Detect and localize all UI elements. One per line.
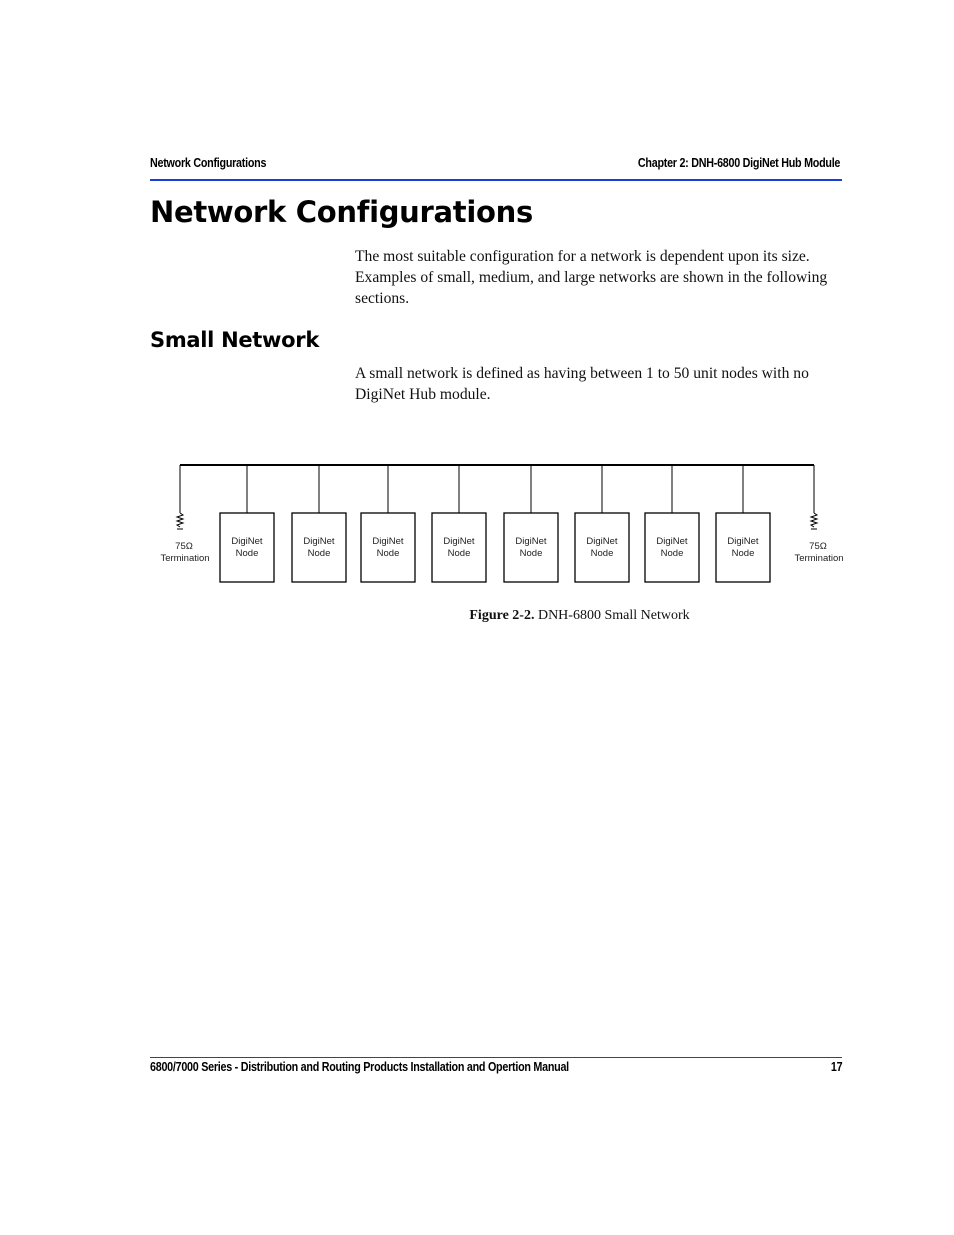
node-label-line1: DigiNet <box>515 536 547 547</box>
node-label-line2: Node <box>448 548 471 559</box>
page-title: Network Configurations <box>150 195 533 229</box>
node-label-line1: DigiNet <box>656 536 688 547</box>
node-label-line2: Node <box>732 548 755 559</box>
node-label-line2: Node <box>661 548 684 559</box>
resistor-icon <box>175 512 185 528</box>
footer-manual-title: 6800/7000 Series - Distribution and Rout… <box>150 1060 569 1074</box>
node-label-line2: Node <box>308 548 331 559</box>
section-heading: Small Network <box>150 328 319 352</box>
termination-label: Termination <box>794 553 843 564</box>
node-label-line2: Node <box>236 548 259 559</box>
figure-caption-text: DNH-6800 Small Network <box>534 608 690 623</box>
node-label-line1: DigiNet <box>372 536 404 547</box>
intro-paragraph: The most suitable configuration for a ne… <box>355 248 828 307</box>
running-header-section: Network Configurations <box>150 156 267 170</box>
node-label-line1: DigiNet <box>303 536 335 547</box>
figure-caption-label: Figure 2-2. <box>469 608 535 623</box>
node-label-line1: DigiNet <box>727 536 759 547</box>
figure-caption: Figure 2-2. DNH-6800 Small Network <box>0 608 954 624</box>
termination-label: Termination <box>160 553 209 564</box>
node-label-line2: Node <box>377 548 400 559</box>
resistor-icon <box>809 512 819 528</box>
node-label-line2: Node <box>591 548 614 559</box>
node-label-line2: Node <box>520 548 543 559</box>
small-network-diagram: DigiNetNodeDigiNetNodeDigiNetNodeDigiNet… <box>160 464 844 583</box>
section-paragraph: A small network is defined as having bet… <box>355 365 809 403</box>
header-rule <box>150 179 842 181</box>
node-label-line1: DigiNet <box>231 536 263 547</box>
node-label-line1: DigiNet <box>586 536 618 547</box>
page-number: 17 <box>830 1060 843 1074</box>
termination-value: 75Ω <box>809 541 827 552</box>
termination-value: 75Ω <box>175 541 193 552</box>
running-header-chapter: Chapter 2: DNH-6800 DigiNet Hub Module <box>637 156 840 170</box>
footer-rule <box>150 1057 842 1058</box>
node-label-line1: DigiNet <box>443 536 475 547</box>
